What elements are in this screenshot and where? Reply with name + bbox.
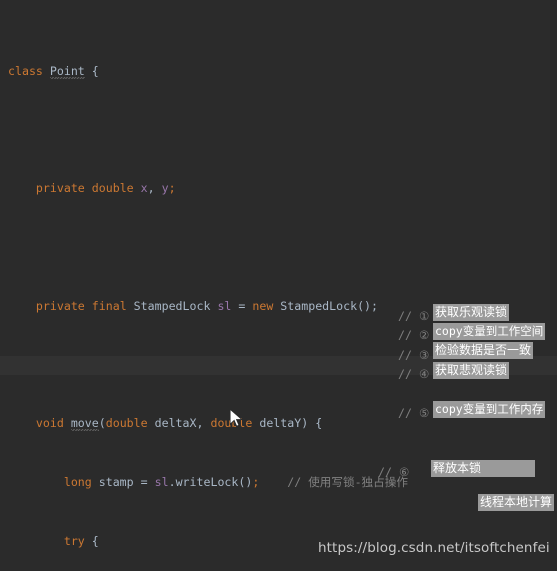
annotation-label-6: 释放本锁 [431,460,535,477]
annotation-callout-thread-local: 线程本地计算 [478,494,555,511]
annotation-label-5: copy变量到工作内存 [433,401,546,418]
gutter-marker-5: // ⑤ [398,406,430,420]
watermark-url: https://blog.csdn.net/itsoftchenfei [318,540,550,556]
annotation-label-4: 获取悲观读锁 [433,362,510,379]
gutter-marker-6: // ⑥ [378,465,410,479]
gutter-marker-2: // ② [398,328,430,342]
annotation-label-3: 检验数据是否一致 [433,342,534,359]
code-editor-screenshot: class Point { private double x, y; priva… [0,0,557,571]
gutter-marker-1: // ① [398,309,430,323]
code-area[interactable]: class Point { private double x, y; priva… [0,0,557,571]
gutter-marker-3: // ③ [398,348,430,362]
annotation-label-2: copy变量到工作空间 [433,323,546,340]
code-line: private double x, y; [35,181,176,196]
code-line: class Point { [8,63,99,78]
annotation-label-1: 获取乐观读锁 [433,304,510,321]
gutter-marker-4: // ④ [398,367,430,381]
